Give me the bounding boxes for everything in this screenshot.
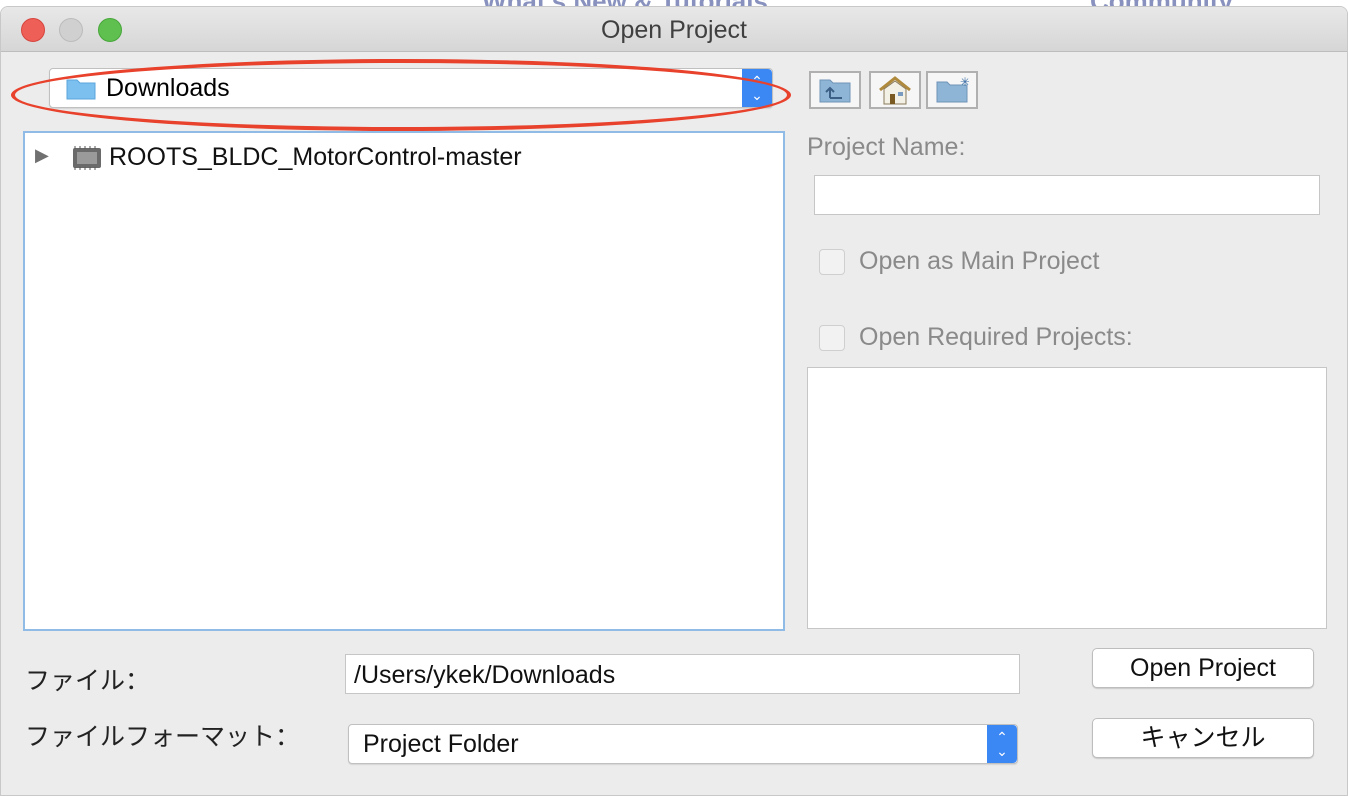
tree-item[interactable]: ▶ ROOTS_BLDC_MotorControl-master: [25, 141, 783, 175]
new-folder-icon: ✳: [936, 76, 969, 103]
format-label: ファイルフォーマット：: [25, 723, 301, 751]
project-name-label: Project Name:: [807, 133, 966, 161]
open-main-label: Open as Main Project: [859, 247, 1100, 275]
required-projects-list[interactable]: [807, 367, 1327, 629]
file-path-input[interactable]: /Users/ykek/Downloads: [345, 654, 1020, 694]
folder-icon: [66, 79, 96, 100]
cancel-button[interactable]: キャンセル: [1092, 718, 1314, 758]
new-folder-button[interactable]: ✳: [926, 71, 978, 109]
folder-up-button[interactable]: [809, 71, 861, 109]
location-combo[interactable]: Downloads ⌃ ⌄: [49, 68, 773, 108]
title-bar: Open Project: [1, 7, 1347, 52]
home-button[interactable]: [869, 71, 921, 109]
project-name-field[interactable]: [814, 175, 1320, 215]
expand-arrow-icon[interactable]: ▶: [35, 145, 49, 166]
open-project-dialog: Open Project Downloads ⌃⌄ ✳ ▶ ROOTS_BLDC…: [0, 6, 1348, 796]
chevron-updown-icon: ⌃ ⌄: [742, 69, 772, 107]
svg-text:✳: ✳: [960, 76, 969, 89]
chevron-updown-icon: ⌃ ⌄: [987, 725, 1017, 763]
tree-item-label: ROOTS_BLDC_MotorControl-master: [109, 143, 522, 171]
window-title: Open Project: [601, 16, 747, 44]
folder-up-icon: [819, 79, 851, 103]
location-value: Downloads: [106, 74, 230, 102]
project-tree[interactable]: ▶ ROOTS_BLDC_MotorControl-master: [23, 131, 785, 631]
open-project-button[interactable]: Open Project: [1092, 648, 1314, 688]
project-chip-icon: [73, 146, 101, 170]
format-combo[interactable]: Project Folder ⌃ ⌄: [348, 724, 1018, 764]
open-main-checkbox[interactable]: [819, 249, 845, 275]
home-icon: [879, 76, 911, 105]
open-required-checkbox[interactable]: [819, 325, 845, 351]
file-label: ファイル：: [25, 667, 151, 695]
open-required-label: Open Required Projects:: [859, 323, 1133, 351]
format-value: Project Folder: [363, 730, 519, 758]
